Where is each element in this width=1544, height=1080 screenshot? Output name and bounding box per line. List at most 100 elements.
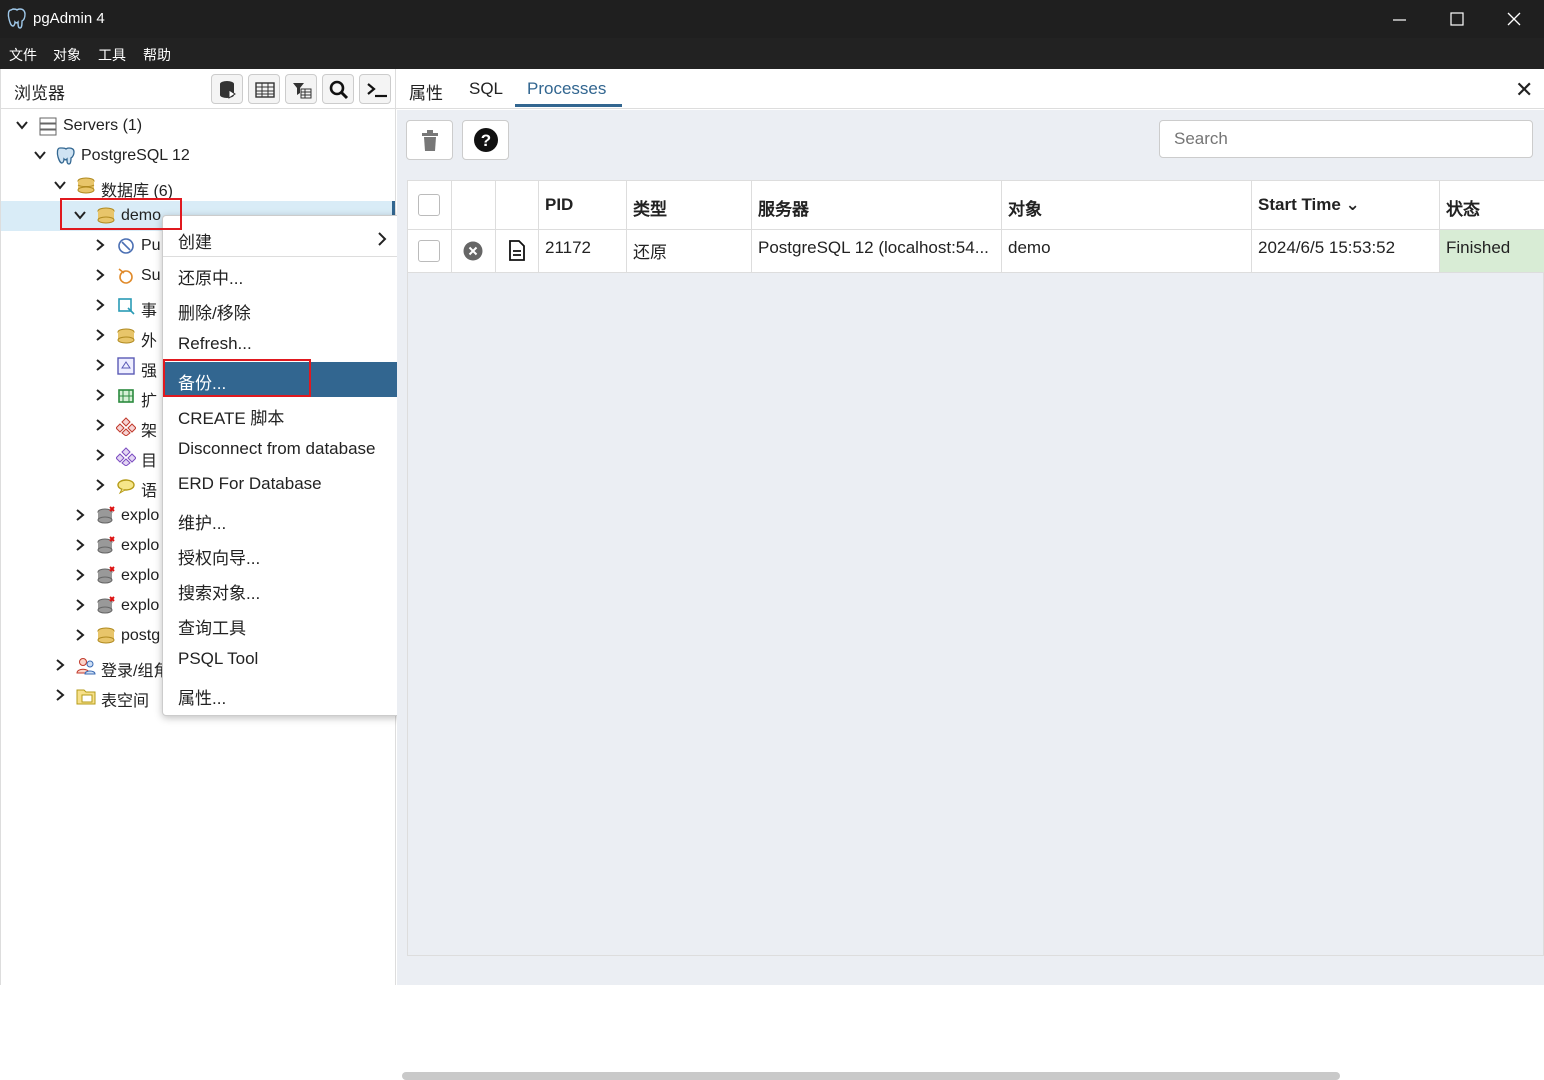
menu-item-create[interactable]: 创建 xyxy=(163,221,401,256)
menu-tools[interactable]: 工具 xyxy=(98,45,126,65)
window-title: pgAdmin 4 xyxy=(33,10,105,27)
cell-server: PostgreSQL 12 (localhost:54... xyxy=(752,230,1002,273)
menu-item-create-script[interactable]: CREATE 脚本 xyxy=(163,397,401,432)
chevron-down-icon[interactable] xyxy=(15,118,29,132)
menu-item-search-objects[interactable]: 搜索对象... xyxy=(163,572,401,607)
menu-item-disconnect[interactable]: Disconnect from database xyxy=(163,432,401,467)
menu-object[interactable]: 对象 xyxy=(53,45,81,65)
menu-item-erd[interactable]: ERD For Database xyxy=(163,467,401,502)
menu-file[interactable]: 文件 xyxy=(9,45,37,65)
terminal-icon xyxy=(367,83,387,98)
search-input[interactable] xyxy=(1159,120,1533,158)
tree-item-servers[interactable]: Servers (1) xyxy=(1,111,395,141)
chevron-right-icon[interactable] xyxy=(93,448,107,462)
status-badge: Finished xyxy=(1446,238,1511,257)
menu-item-delete[interactable]: 删除/移除 xyxy=(163,292,401,327)
extension-icon xyxy=(118,389,134,403)
chevron-right-icon[interactable] xyxy=(73,508,87,522)
view-data-button[interactable] xyxy=(248,74,280,104)
select-all-checkbox[interactable] xyxy=(418,194,440,216)
horizontal-scrollbar[interactable] xyxy=(402,1072,1340,1080)
header-label: 类型 xyxy=(633,200,667,219)
chevron-right-icon[interactable] xyxy=(53,688,67,702)
menu-item-label: Disconnect from database xyxy=(178,439,376,458)
postgres-elephant-icon xyxy=(56,147,75,165)
chevron-right-icon[interactable] xyxy=(73,598,87,612)
menu-item-grant-wizard[interactable]: 授权向导... xyxy=(163,537,401,572)
header-cell-type[interactable]: 类型 xyxy=(627,181,752,230)
menu-item-label: 创建 xyxy=(178,233,212,252)
tree-label: 语 xyxy=(141,483,158,500)
chevron-down-icon[interactable] xyxy=(53,178,67,192)
header-cell-object[interactable]: 对象 xyxy=(1002,181,1252,230)
chevron-right-icon[interactable] xyxy=(93,478,107,492)
tree-label: 表空间 xyxy=(101,693,150,710)
menu-item-restore[interactable]: 还原中... xyxy=(163,257,401,292)
chevron-right-icon[interactable] xyxy=(93,238,107,252)
menu-item-label: 查询工具 xyxy=(178,619,246,638)
stop-process-icon[interactable] xyxy=(463,241,483,261)
cell-pid: 21172 xyxy=(539,230,627,273)
pgadmin-elephant-icon xyxy=(7,8,26,29)
menu-item-query-tool[interactable]: 查询工具 xyxy=(163,607,401,642)
database-icon xyxy=(97,627,115,644)
cell-text: 21172 xyxy=(545,238,592,257)
header-cell-status[interactable]: 状态 xyxy=(1440,181,1544,230)
menu-item-psql-tool[interactable]: PSQL Tool xyxy=(163,642,401,677)
chevron-down-icon[interactable] xyxy=(33,148,47,162)
header-cell-pid[interactable]: PID xyxy=(539,181,627,230)
header-cell-log xyxy=(496,181,539,230)
menu-item-label: 搜索对象... xyxy=(178,584,261,603)
tab-properties[interactable]: 属性 xyxy=(409,79,443,104)
tab-sql[interactable]: SQL xyxy=(469,79,503,99)
chevron-right-icon[interactable] xyxy=(73,538,87,552)
header-cell-server[interactable]: 服务器 xyxy=(752,181,1002,230)
close-panel-icon[interactable]: ✕ xyxy=(1515,77,1533,103)
cell-text: 2024/6/5 15:53:52 xyxy=(1258,238,1396,257)
search-objects-button[interactable] xyxy=(322,74,354,104)
view-log-icon[interactable] xyxy=(509,240,525,261)
menu-item-label: CREATE 脚本 xyxy=(178,409,285,428)
chevron-right-icon[interactable] xyxy=(93,268,107,282)
tree-item-postgresql[interactable]: PostgreSQL 12 xyxy=(1,141,395,171)
menu-help[interactable]: 帮助 xyxy=(143,45,171,65)
help-button[interactable]: ? xyxy=(462,120,509,160)
tab-processes[interactable]: Processes xyxy=(527,79,606,99)
menu-item-properties[interactable]: 属性... xyxy=(163,677,401,712)
chevron-right-icon[interactable] xyxy=(93,328,107,342)
publication-icon xyxy=(118,238,134,254)
chevron-right-icon[interactable] xyxy=(53,658,67,672)
chevron-right-icon[interactable] xyxy=(93,388,107,402)
database-disconnected-icon xyxy=(97,506,115,524)
tree-label: 目 xyxy=(141,453,158,470)
header-cell-start-time[interactable]: Start Time ⌄ xyxy=(1252,181,1440,230)
cell-type: 还原 xyxy=(627,230,752,273)
table-icon xyxy=(255,82,275,98)
language-icon xyxy=(117,479,135,495)
filter-rows-button[interactable] xyxy=(285,74,317,104)
tree-label: explo xyxy=(121,537,160,554)
chevron-right-icon[interactable] xyxy=(93,418,107,432)
chevron-right-icon[interactable] xyxy=(73,568,87,582)
psql-tool-button[interactable] xyxy=(359,74,391,104)
minimize-button[interactable] xyxy=(1372,0,1429,38)
maximize-button[interactable] xyxy=(1429,0,1486,38)
cell-object: demo xyxy=(1002,230,1252,273)
chevron-right-icon[interactable] xyxy=(93,298,107,312)
maximize-icon xyxy=(1450,12,1464,26)
database-disconnected-icon xyxy=(97,596,115,614)
chevron-right-icon[interactable] xyxy=(93,358,107,372)
tablespace-icon xyxy=(76,689,96,705)
delete-process-button[interactable] xyxy=(406,120,453,160)
menu-item-label: Refresh... xyxy=(178,334,252,353)
menu-item-refresh[interactable]: Refresh... xyxy=(163,327,401,362)
tree-label: postg xyxy=(121,627,161,644)
row-action-cell xyxy=(452,230,496,273)
row-checkbox[interactable] xyxy=(418,240,440,262)
object-explorer-button[interactable] xyxy=(211,74,243,104)
close-window-button[interactable] xyxy=(1486,0,1543,38)
svg-text:?: ? xyxy=(481,131,491,150)
tree-item-databases[interactable]: 数据库 (6) xyxy=(1,171,395,201)
chevron-right-icon[interactable] xyxy=(73,628,87,642)
menu-item-maintenance[interactable]: 维护... xyxy=(163,502,401,537)
